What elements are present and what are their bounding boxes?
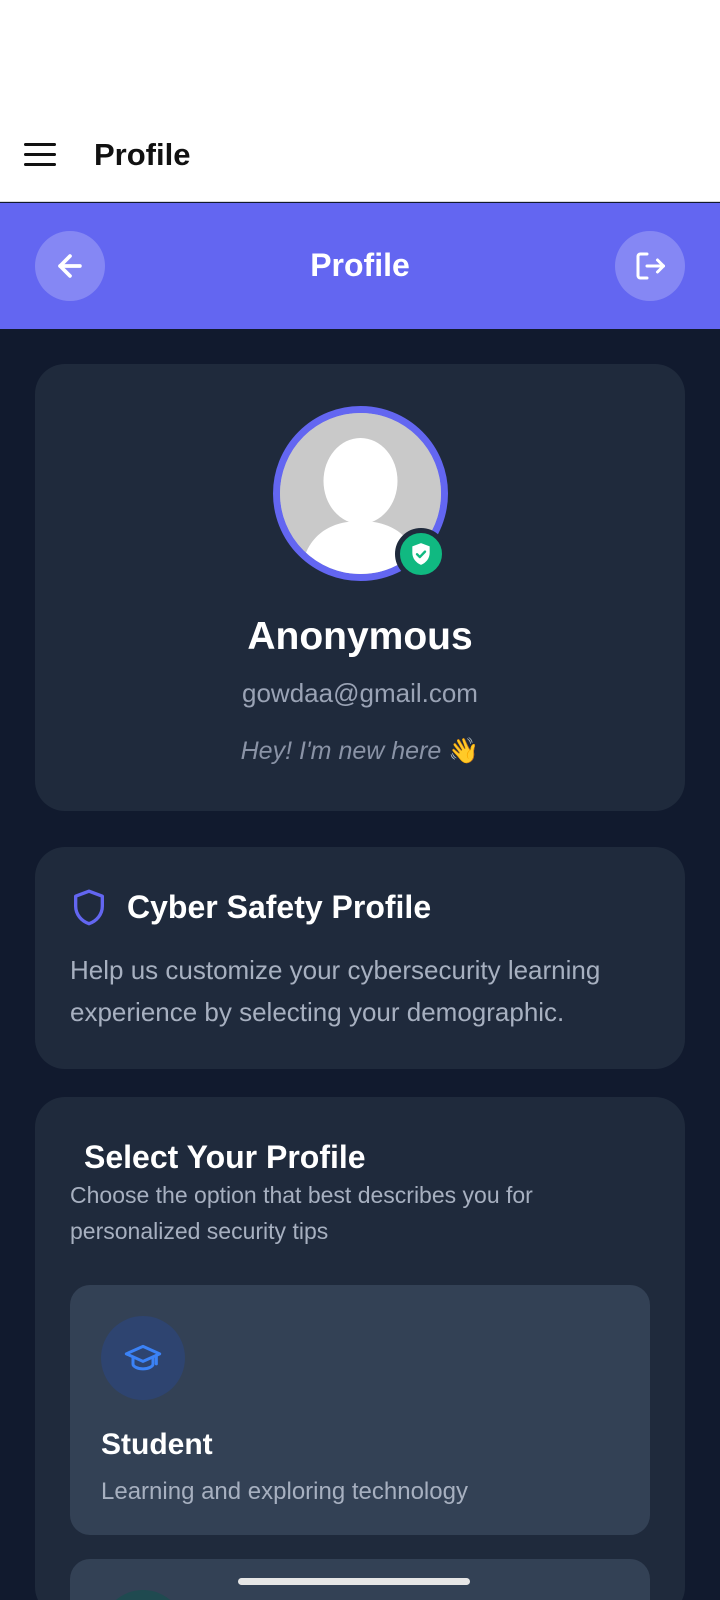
profile-card: Anonymous gowdaa@gmail.com Hey! I'm new …	[35, 364, 685, 811]
shield-check-icon	[412, 543, 430, 565]
user-email: gowdaa@gmail.com	[242, 678, 478, 708]
graduation-cap-icon	[101, 1316, 185, 1400]
avatar[interactable]	[273, 406, 448, 581]
header-title: Profile	[310, 247, 410, 283]
cyber-safety-card: Cyber Safety Profile Help us customize y…	[35, 847, 685, 1069]
app-bar-title: Profile	[94, 137, 191, 172]
select-profile-description: Choose the option that best describes yo…	[70, 1182, 533, 1244]
cyber-safety-description: Help us customize your cybersecurity lea…	[70, 955, 601, 1027]
option-title: Student	[101, 1428, 213, 1461]
user-name: Anonymous	[247, 615, 473, 658]
profile-header: Profile	[0, 203, 720, 329]
home-indicator[interactable]	[238, 1578, 470, 1585]
option-icon	[101, 1590, 185, 1600]
select-profile-card: Select Your Profile Choose the option th…	[35, 1097, 685, 1600]
user-bio: Hey! I'm new here 👋	[35, 734, 685, 768]
menu-icon[interactable]	[24, 134, 64, 174]
option-description: Learning and exploring technology	[101, 1478, 468, 1505]
logout-button[interactable]	[615, 231, 685, 301]
select-profile-title: Select Your Profile	[84, 1139, 366, 1175]
status-bar-area	[0, 0, 720, 110]
wave-emoji: 👋	[448, 737, 480, 765]
cyber-safety-title: Cyber Safety Profile	[127, 889, 432, 925]
profile-option-student[interactable]: Student Learning and exploring technolog…	[70, 1285, 650, 1535]
verified-badge	[395, 528, 447, 580]
user-bio-text: Hey! I'm new here	[240, 737, 442, 765]
logout-icon	[636, 252, 665, 280]
shield-icon	[74, 889, 105, 926]
app-bar: Profile	[0, 110, 720, 202]
